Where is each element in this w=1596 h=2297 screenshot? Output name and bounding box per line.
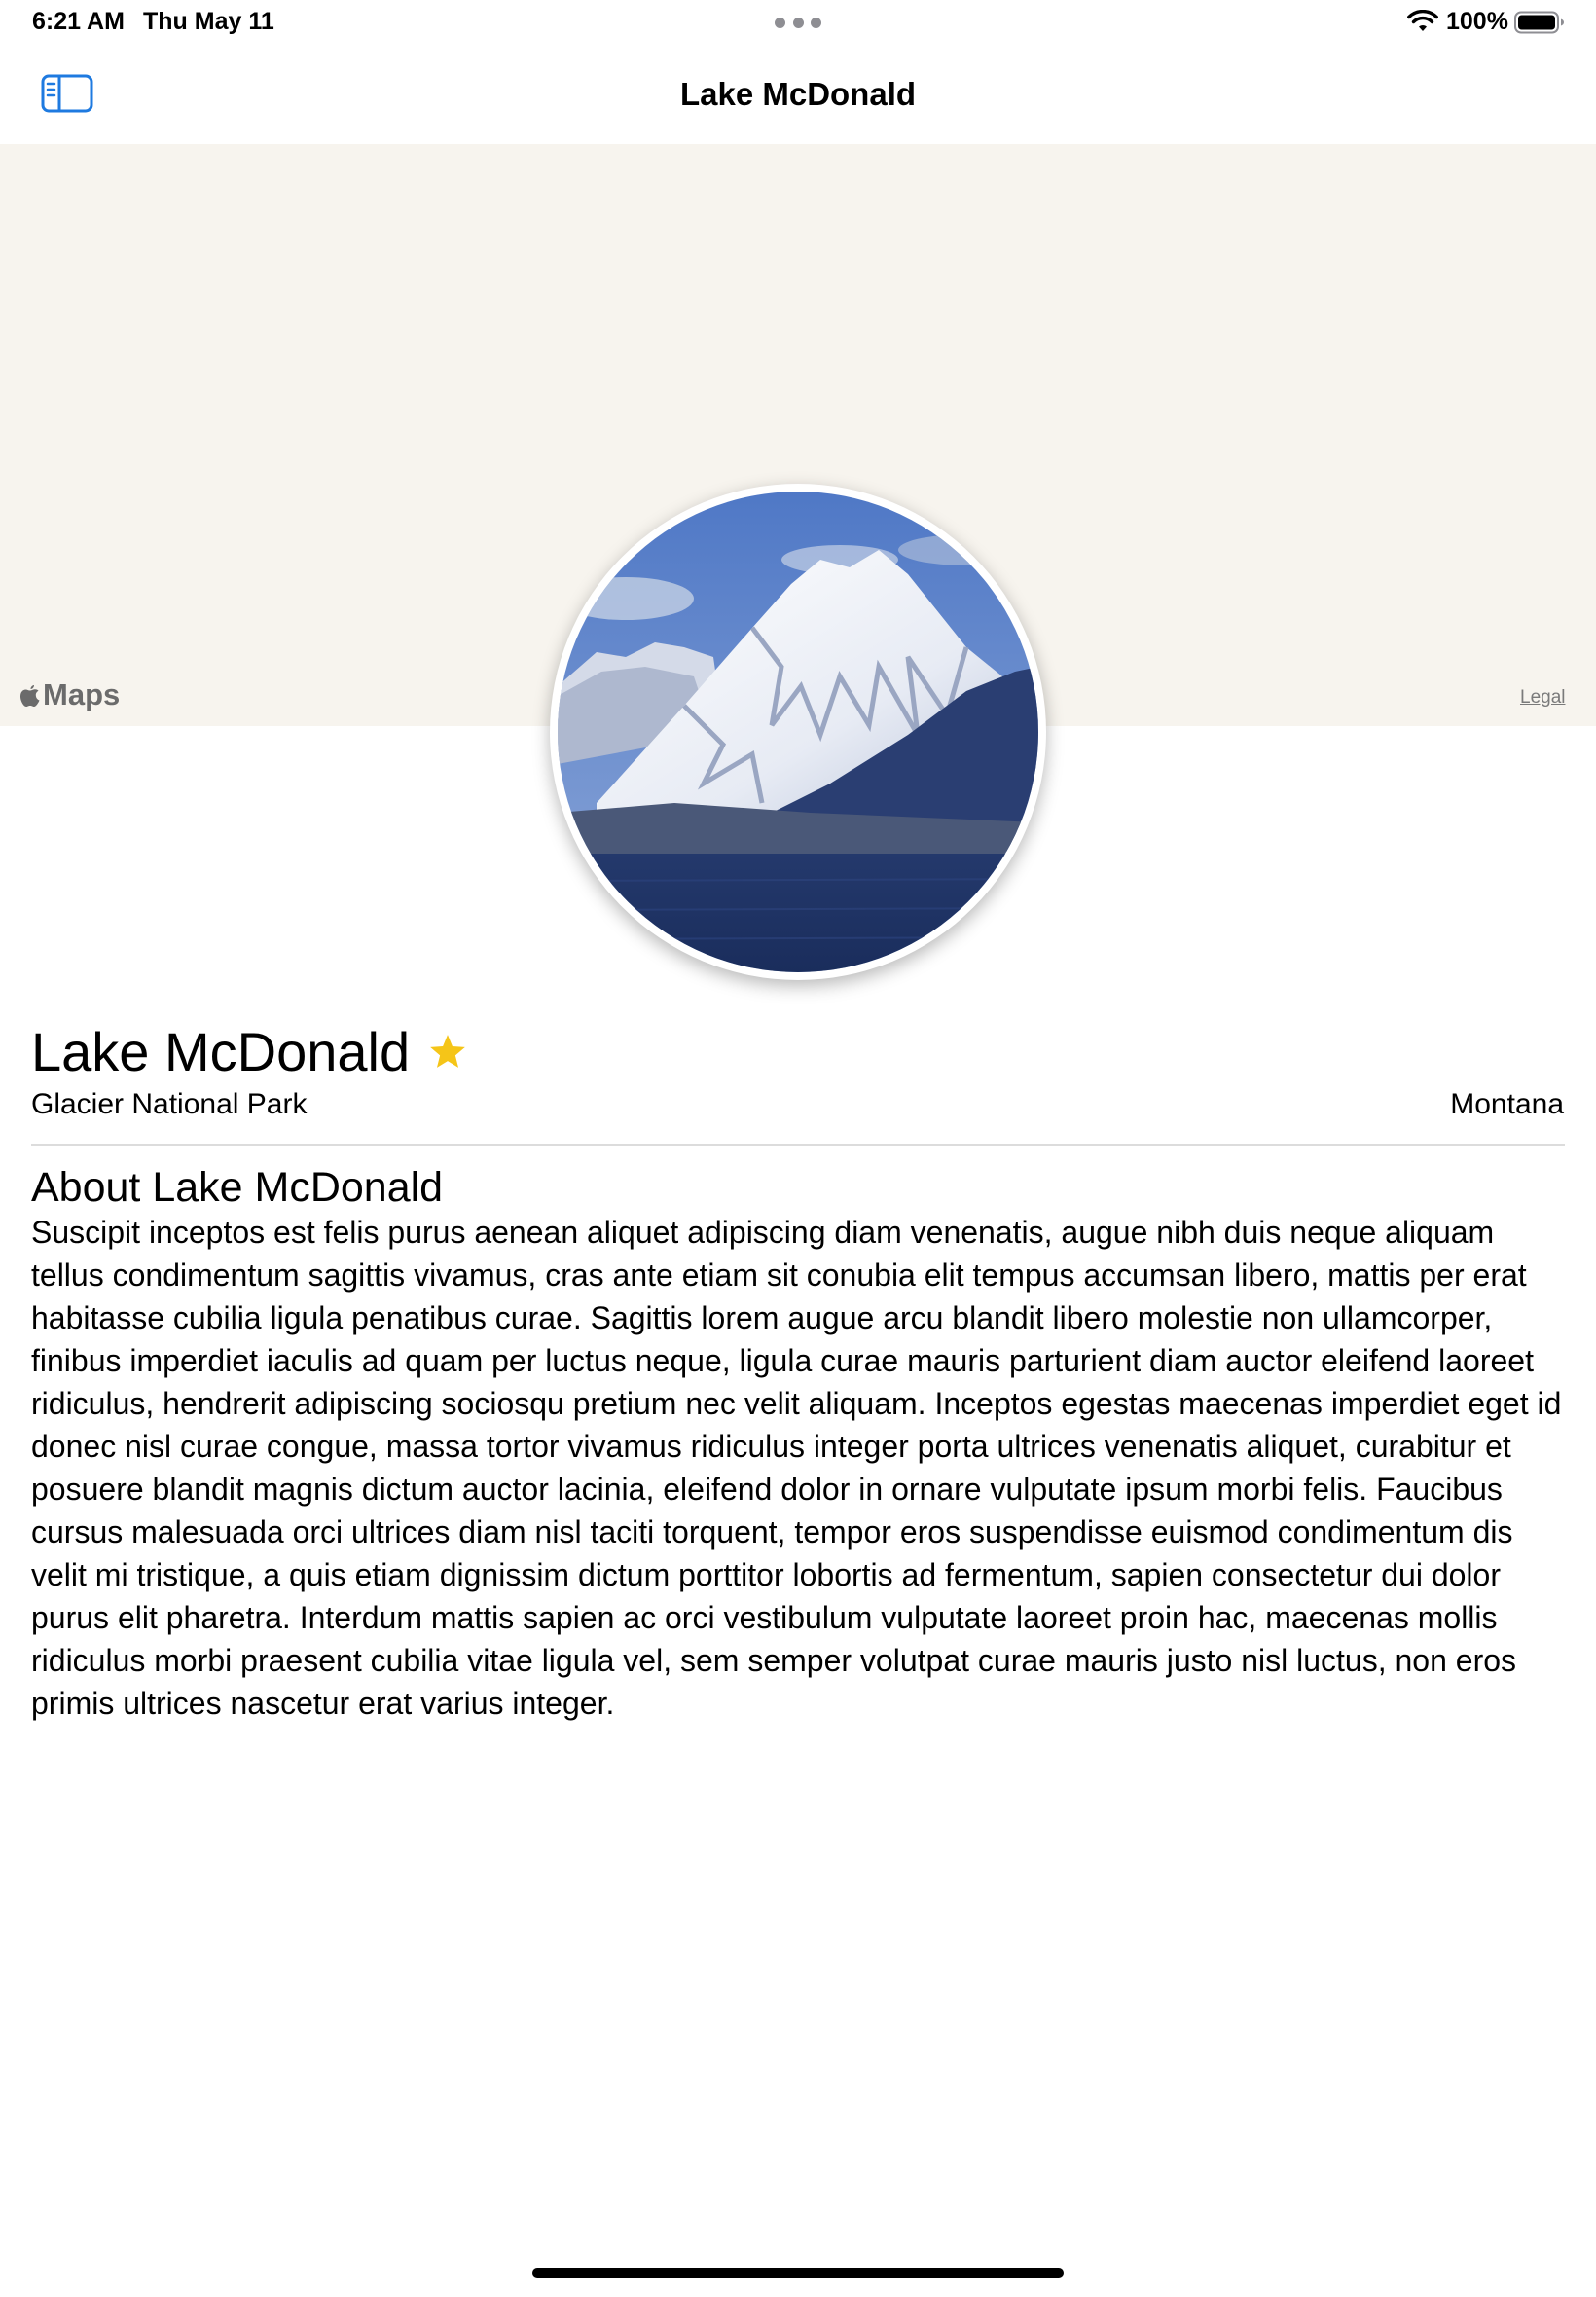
legal-link[interactable]: Legal (1520, 687, 1566, 709)
landmark-title: Lake McDonald (31, 1020, 468, 1083)
home-indicator[interactable] (532, 2268, 1064, 2278)
divider (31, 1144, 1565, 1146)
state-name: Montana (1450, 1088, 1564, 1120)
battery-icon (1514, 11, 1564, 34)
navigation-bar: Lake McDonald (0, 47, 1596, 144)
park-name: Glacier National Park (31, 1088, 308, 1120)
about-heading: About Lake McDonald (31, 1164, 444, 1211)
wifi-icon (1407, 10, 1438, 31)
favorite-star-icon[interactable] (427, 1032, 468, 1073)
nav-title: Lake McDonald (679, 76, 917, 112)
maps-logo: Maps (19, 677, 120, 712)
apple-logo-icon (20, 685, 40, 707)
status-time: 6:21 AM (32, 8, 125, 35)
maps-brand-label: Maps (43, 677, 121, 711)
status-bar: 6:21 AM Thu May 11 100% (0, 0, 1596, 47)
landmark-photo (550, 484, 1046, 980)
mountain-lake-image (558, 492, 1038, 972)
about-description: Suscipit inceptos est felis purus aenean… (31, 1215, 1562, 1721)
multitasking-menu-icon[interactable] (775, 18, 821, 29)
battery-percentage: 100% (1446, 8, 1508, 35)
landmark-name: Lake McDonald (31, 1021, 411, 1082)
status-date: Thu May 11 (143, 8, 274, 35)
